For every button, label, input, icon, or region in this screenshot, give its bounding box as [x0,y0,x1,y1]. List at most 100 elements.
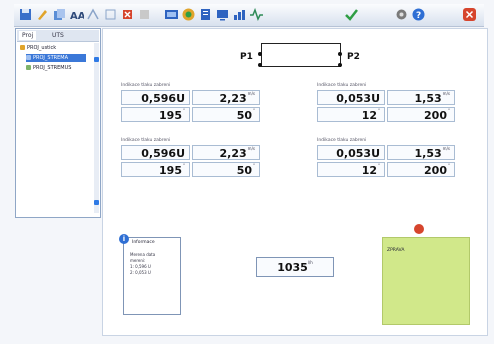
screen-icon[interactable] [164,7,179,22]
info-line: 1: 0,596 U [130,264,151,269]
pulse-icon[interactable] [249,7,264,22]
delete-icon[interactable] [120,7,135,22]
scroll-up-icon[interactable] [94,57,99,62]
value-number: 50 [236,109,252,122]
group-title: Indikace tlaku zabreni [317,83,367,88]
value-number: 2,23 [219,147,247,160]
tree-item-file[interactable]: PROJ_STREMUS [26,64,71,72]
value-number: 0,053 [336,147,372,160]
value-cell: 200° [387,107,455,122]
value-number: 0,596 [141,147,177,160]
info-line: mereni: [130,258,146,263]
close-icon[interactable] [462,7,477,22]
value-cell: 1,53m/s [387,145,455,160]
value-cell: 200° [387,162,455,177]
value-unit: m/s [247,91,255,96]
info-title: Informace [132,240,155,245]
sticky-note[interactable]: ZPRAVA [382,237,470,325]
p2-label: P2 [347,52,360,62]
copy-icon[interactable] [52,7,67,22]
sidebar-tabs: Proj UTS [17,30,99,42]
scroll-down-icon[interactable] [94,200,99,205]
p2-point-lower [338,63,342,67]
tab-uts[interactable]: UTS [49,31,67,40]
group-title: Indikace tlaku zabreni [121,138,171,143]
svg-text:AA: AA [70,11,84,22]
value-number: 12 [361,164,377,177]
file-icon [26,65,31,70]
tab-proj[interactable]: Proj [19,31,37,40]
stop-icon[interactable] [137,7,152,22]
info-line: 2: 0,053 U [130,270,151,275]
note-title: ZPRAVA [387,248,405,253]
help-icon[interactable]: ? [411,7,426,22]
value-number: 50 [236,164,252,177]
pin-icon [414,224,424,234]
project-sidebar: Proj UTS PROJ_ustick PROJ_STREMA PROJ_ST… [15,28,101,218]
value-unit: m/s [247,146,255,151]
value-unit: ° [253,163,255,168]
p2-point [338,52,342,56]
value-unit: m/s [442,91,450,96]
pipe-section[interactable] [261,43,341,67]
svg-text:?: ? [416,11,421,21]
value-cell: 0,053U [317,90,385,105]
value-number: 1,53 [414,147,442,160]
p1-point [258,52,262,56]
value-number: 0,596 [141,92,177,105]
folder-icon [20,45,25,50]
value-cell: 12° [317,107,385,122]
pencil-icon[interactable] [35,7,50,22]
value-number: 12 [361,109,377,122]
sidebar-scrollbar[interactable] [94,43,99,213]
document-icon[interactable] [198,7,213,22]
tree-item-project[interactable]: PROJ_ustick [20,44,56,52]
value-unit: U [176,147,185,160]
chart-icon[interactable] [232,7,247,22]
value-cell: 195° [121,162,190,177]
p1-point-lower [258,63,262,67]
tree-item-label: PROJ_STREMUS [33,65,72,71]
value-number: 195 [159,164,182,177]
value-cell: 2,23m/s [192,90,260,105]
tree-item-label: PROJ_ustick [27,45,57,51]
tree-item-label: PROJ_STREMA [33,55,68,61]
value-unit: m/s [442,146,450,151]
value-cell: 195° [121,107,190,122]
select-icon[interactable] [103,7,118,22]
p1-label: P1 [240,52,253,62]
text-tool-icon[interactable]: AA [69,7,84,22]
toolbar: AA ? [14,4,484,27]
flow-readout: 1035l/h [256,257,334,277]
value-cell: 1,53m/s [387,90,455,105]
value-cell: 12° [317,162,385,177]
monitor-icon[interactable] [215,7,230,22]
value-number: 2,23 [219,92,247,105]
app-window: AA ? Proj UTS PROJ_ustick PROJ_STREMA PR… [0,0,494,344]
settings-icon[interactable] [394,7,409,22]
tree-item-selected[interactable]: PROJ_STREMA [26,54,86,62]
globe-icon[interactable] [181,7,196,22]
value-cell: 0,596U [121,145,190,160]
file-icon [26,55,31,60]
main-canvas: P1 P2 Indikace tlaku zabreni 0,596U 2,23… [102,28,488,336]
group-title: Indikace tlaku zabreni [317,138,367,143]
info-icon[interactable]: i [119,234,129,244]
check-icon[interactable] [344,7,359,22]
flow-value: 1035 [277,261,308,274]
value-cell: 2,23m/s [192,145,260,160]
value-number: 0,053 [336,92,372,105]
value-unit: U [176,92,185,105]
value-number: 1,53 [414,92,442,105]
value-unit: ° [253,108,255,113]
value-unit: U [371,92,380,105]
value-cell: 50° [192,107,260,122]
value-unit: ° [448,163,450,168]
value-number: 200 [424,109,447,122]
value-unit: ° [183,163,185,168]
measure-icon[interactable] [86,7,101,22]
value-number: 195 [159,109,182,122]
info-panel: Informace Merena data mereni: 1: 0,596 U… [123,237,181,315]
save-icon[interactable] [18,7,33,22]
info-line: Merena data [130,252,156,257]
